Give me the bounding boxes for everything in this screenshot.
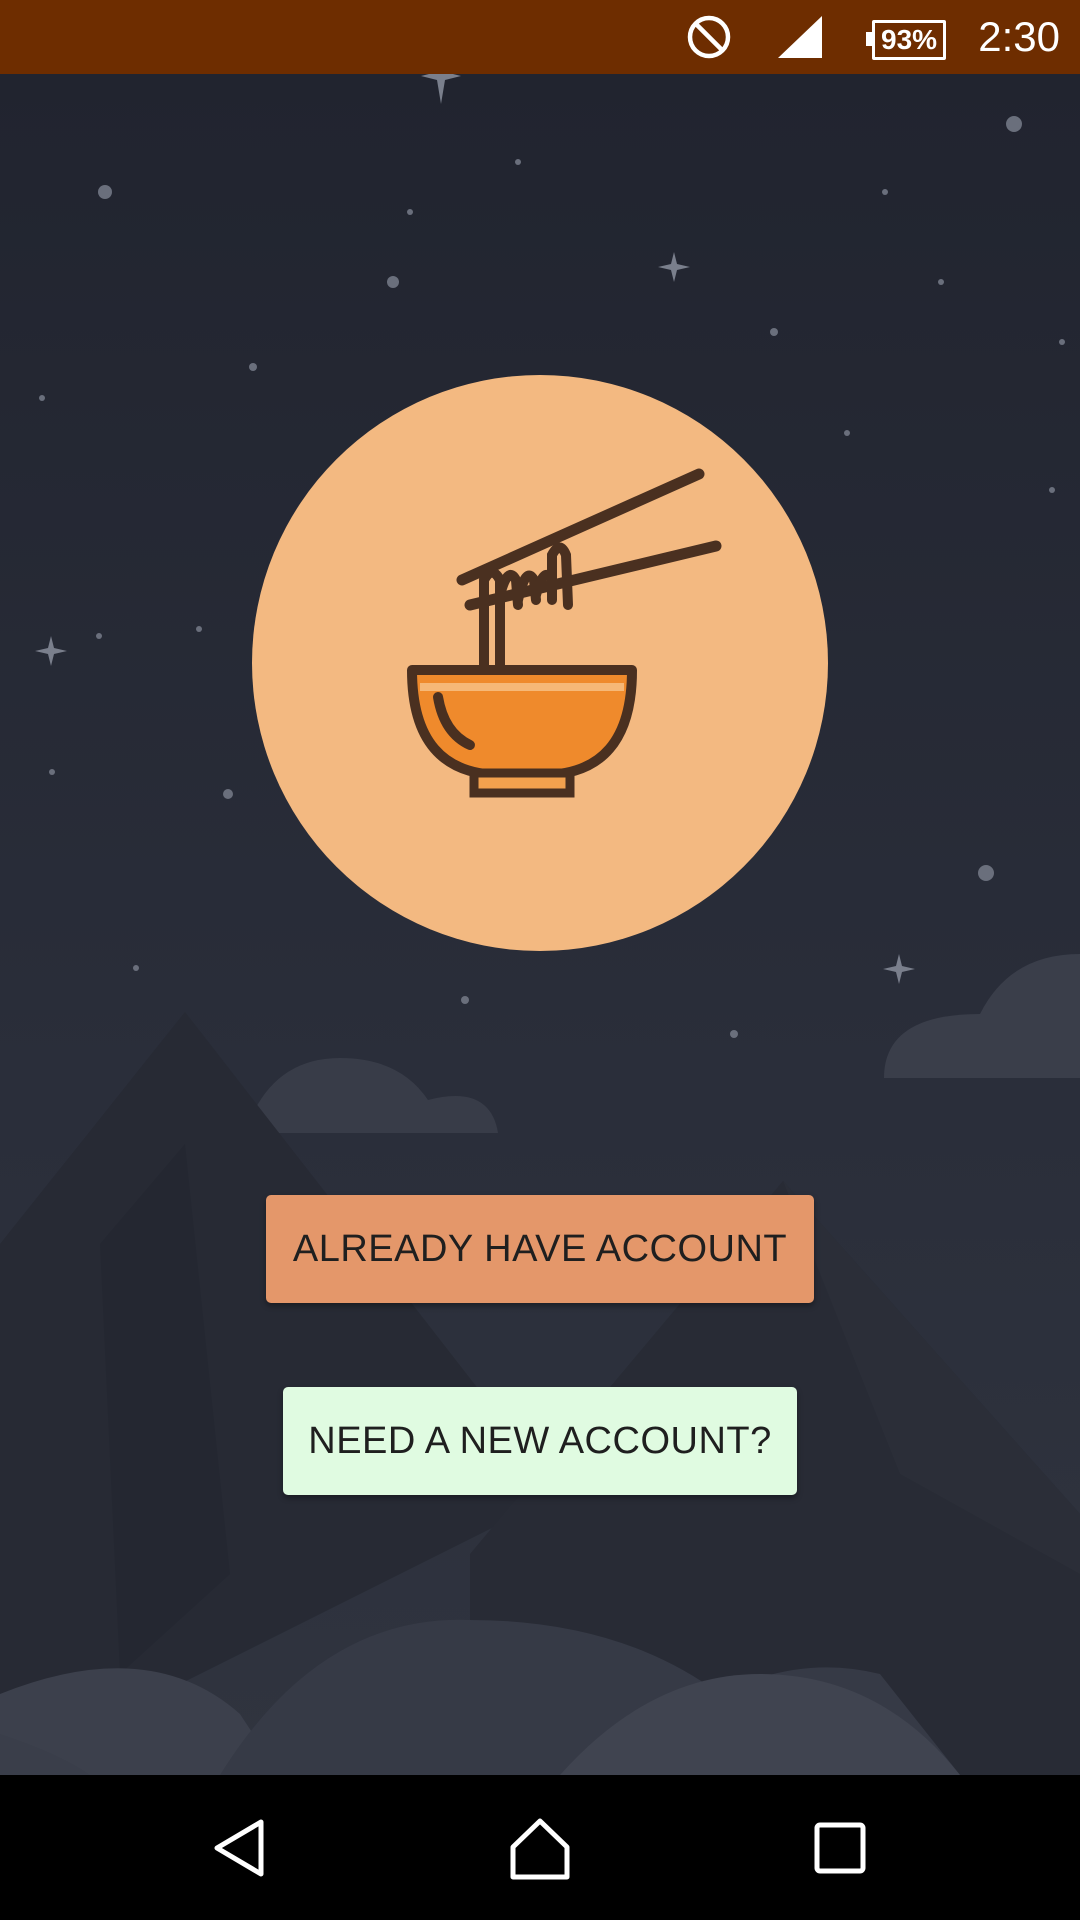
signup-button-label: NEED A NEW ACCOUNT? <box>308 1419 772 1462</box>
recents-button[interactable] <box>770 1775 910 1920</box>
app-logo <box>252 375 828 951</box>
back-icon <box>214 1819 264 1876</box>
recents-icon <box>814 1822 866 1873</box>
navigation-bar <box>0 1775 1080 1920</box>
do-not-disturb-icon <box>686 0 732 74</box>
home-icon <box>510 1818 570 1879</box>
noodle-bowl-icon <box>407 468 722 798</box>
signal-icon <box>776 0 824 74</box>
status-bar: 93% 2:30 <box>0 0 1080 74</box>
welcome-screen: ALREADY HAVE ACCOUNT NEED A NEW ACCOUNT? <box>0 74 1080 1775</box>
login-button-label: ALREADY HAVE ACCOUNT <box>292 1227 788 1270</box>
battery-percent: 93% <box>881 24 938 55</box>
battery-icon: 93% <box>865 20 947 60</box>
already-have-account-button[interactable]: ALREADY HAVE ACCOUNT <box>266 1195 814 1303</box>
home-button[interactable] <box>470 1775 610 1920</box>
need-new-account-button[interactable]: NEED A NEW ACCOUNT? <box>283 1387 797 1495</box>
clock: 2:30 <box>978 13 1060 60</box>
back-button[interactable] <box>171 1775 311 1920</box>
